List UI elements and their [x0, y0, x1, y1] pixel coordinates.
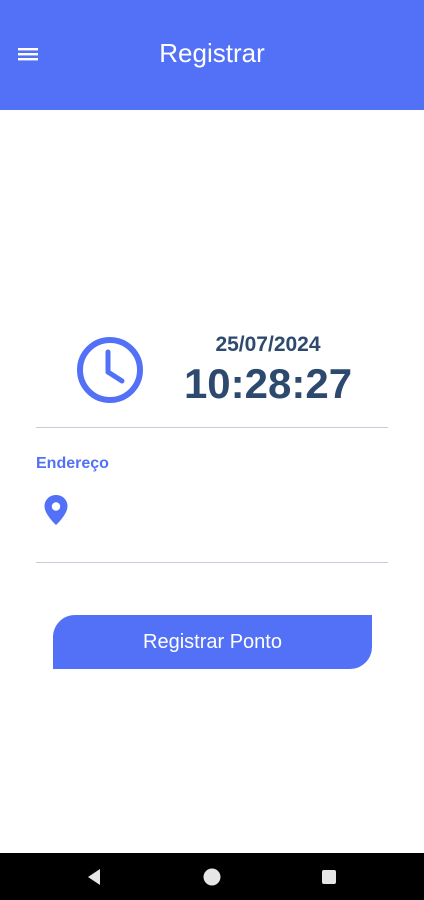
back-triangle-icon — [88, 868, 100, 885]
app-bar: Registrar — [0, 0, 424, 110]
current-time: 10:28:27 — [183, 360, 353, 407]
location-pin-icon — [43, 494, 69, 526]
nav-recents-button[interactable] — [309, 853, 349, 900]
divider-top — [36, 427, 388, 428]
nav-back-button[interactable] — [74, 853, 114, 900]
clock-icon — [74, 334, 146, 406]
nav-home-button[interactable] — [192, 853, 232, 900]
recents-square-icon — [322, 869, 336, 884]
page-title: Registrar — [159, 38, 265, 68]
register-punch-button[interactable]: Registrar Ponto — [53, 615, 372, 669]
home-circle-icon — [203, 868, 221, 885]
divider-bottom — [36, 562, 388, 563]
address-label: Endereço — [36, 455, 109, 472]
system-navigation-bar — [0, 853, 424, 900]
current-date: 25/07/2024 — [215, 333, 321, 356]
